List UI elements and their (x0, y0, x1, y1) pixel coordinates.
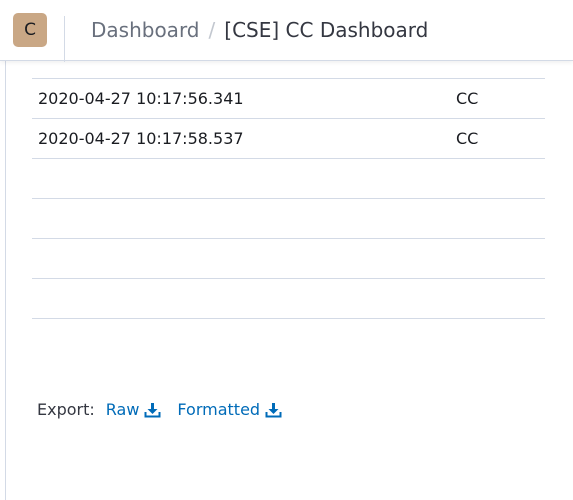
export-raw-link[interactable]: Raw (106, 400, 162, 419)
export-label: Export: (37, 400, 95, 419)
table-row (32, 279, 545, 319)
export-raw-label: Raw (105, 400, 140, 419)
breadcrumb-dashboard-link[interactable]: Dashboard (91, 18, 200, 42)
source-cell: CC (456, 129, 479, 148)
export-formatted-label: Formatted (177, 400, 261, 419)
timestamp-cell: 2020-04-27 10:17:56.341 (38, 89, 244, 108)
table-row (32, 239, 545, 279)
download-icon (265, 402, 282, 417)
export-bar: Export: Raw Formatted (37, 400, 282, 419)
breadcrumb-current-page: [CSE] CC Dashboard (224, 18, 429, 42)
breadcrumb: Dashboard / [CSE] CC Dashboard (91, 16, 428, 44)
table-row: 2020-04-27 10:17:58.537 CC (32, 119, 545, 159)
breadcrumb-separator: / (208, 18, 216, 42)
export-formatted-link[interactable]: Formatted (177, 400, 282, 419)
download-icon (144, 402, 161, 417)
header-divider (64, 16, 65, 62)
source-cell: CC (456, 89, 479, 108)
table-row: 2020-04-27 10:17:56.341 CC (32, 79, 545, 119)
table-row (32, 159, 545, 199)
top-header: C Dashboard / [CSE] CC Dashboard (0, 0, 573, 62)
timestamp-cell: 2020-04-27 10:17:58.537 (38, 129, 244, 148)
panel-left-border (5, 60, 6, 500)
data-table: 2020-04-27 10:17:56.341 CC 2020-04-27 10… (32, 78, 545, 319)
table-row (32, 199, 545, 239)
space-avatar[interactable]: C (13, 13, 47, 47)
